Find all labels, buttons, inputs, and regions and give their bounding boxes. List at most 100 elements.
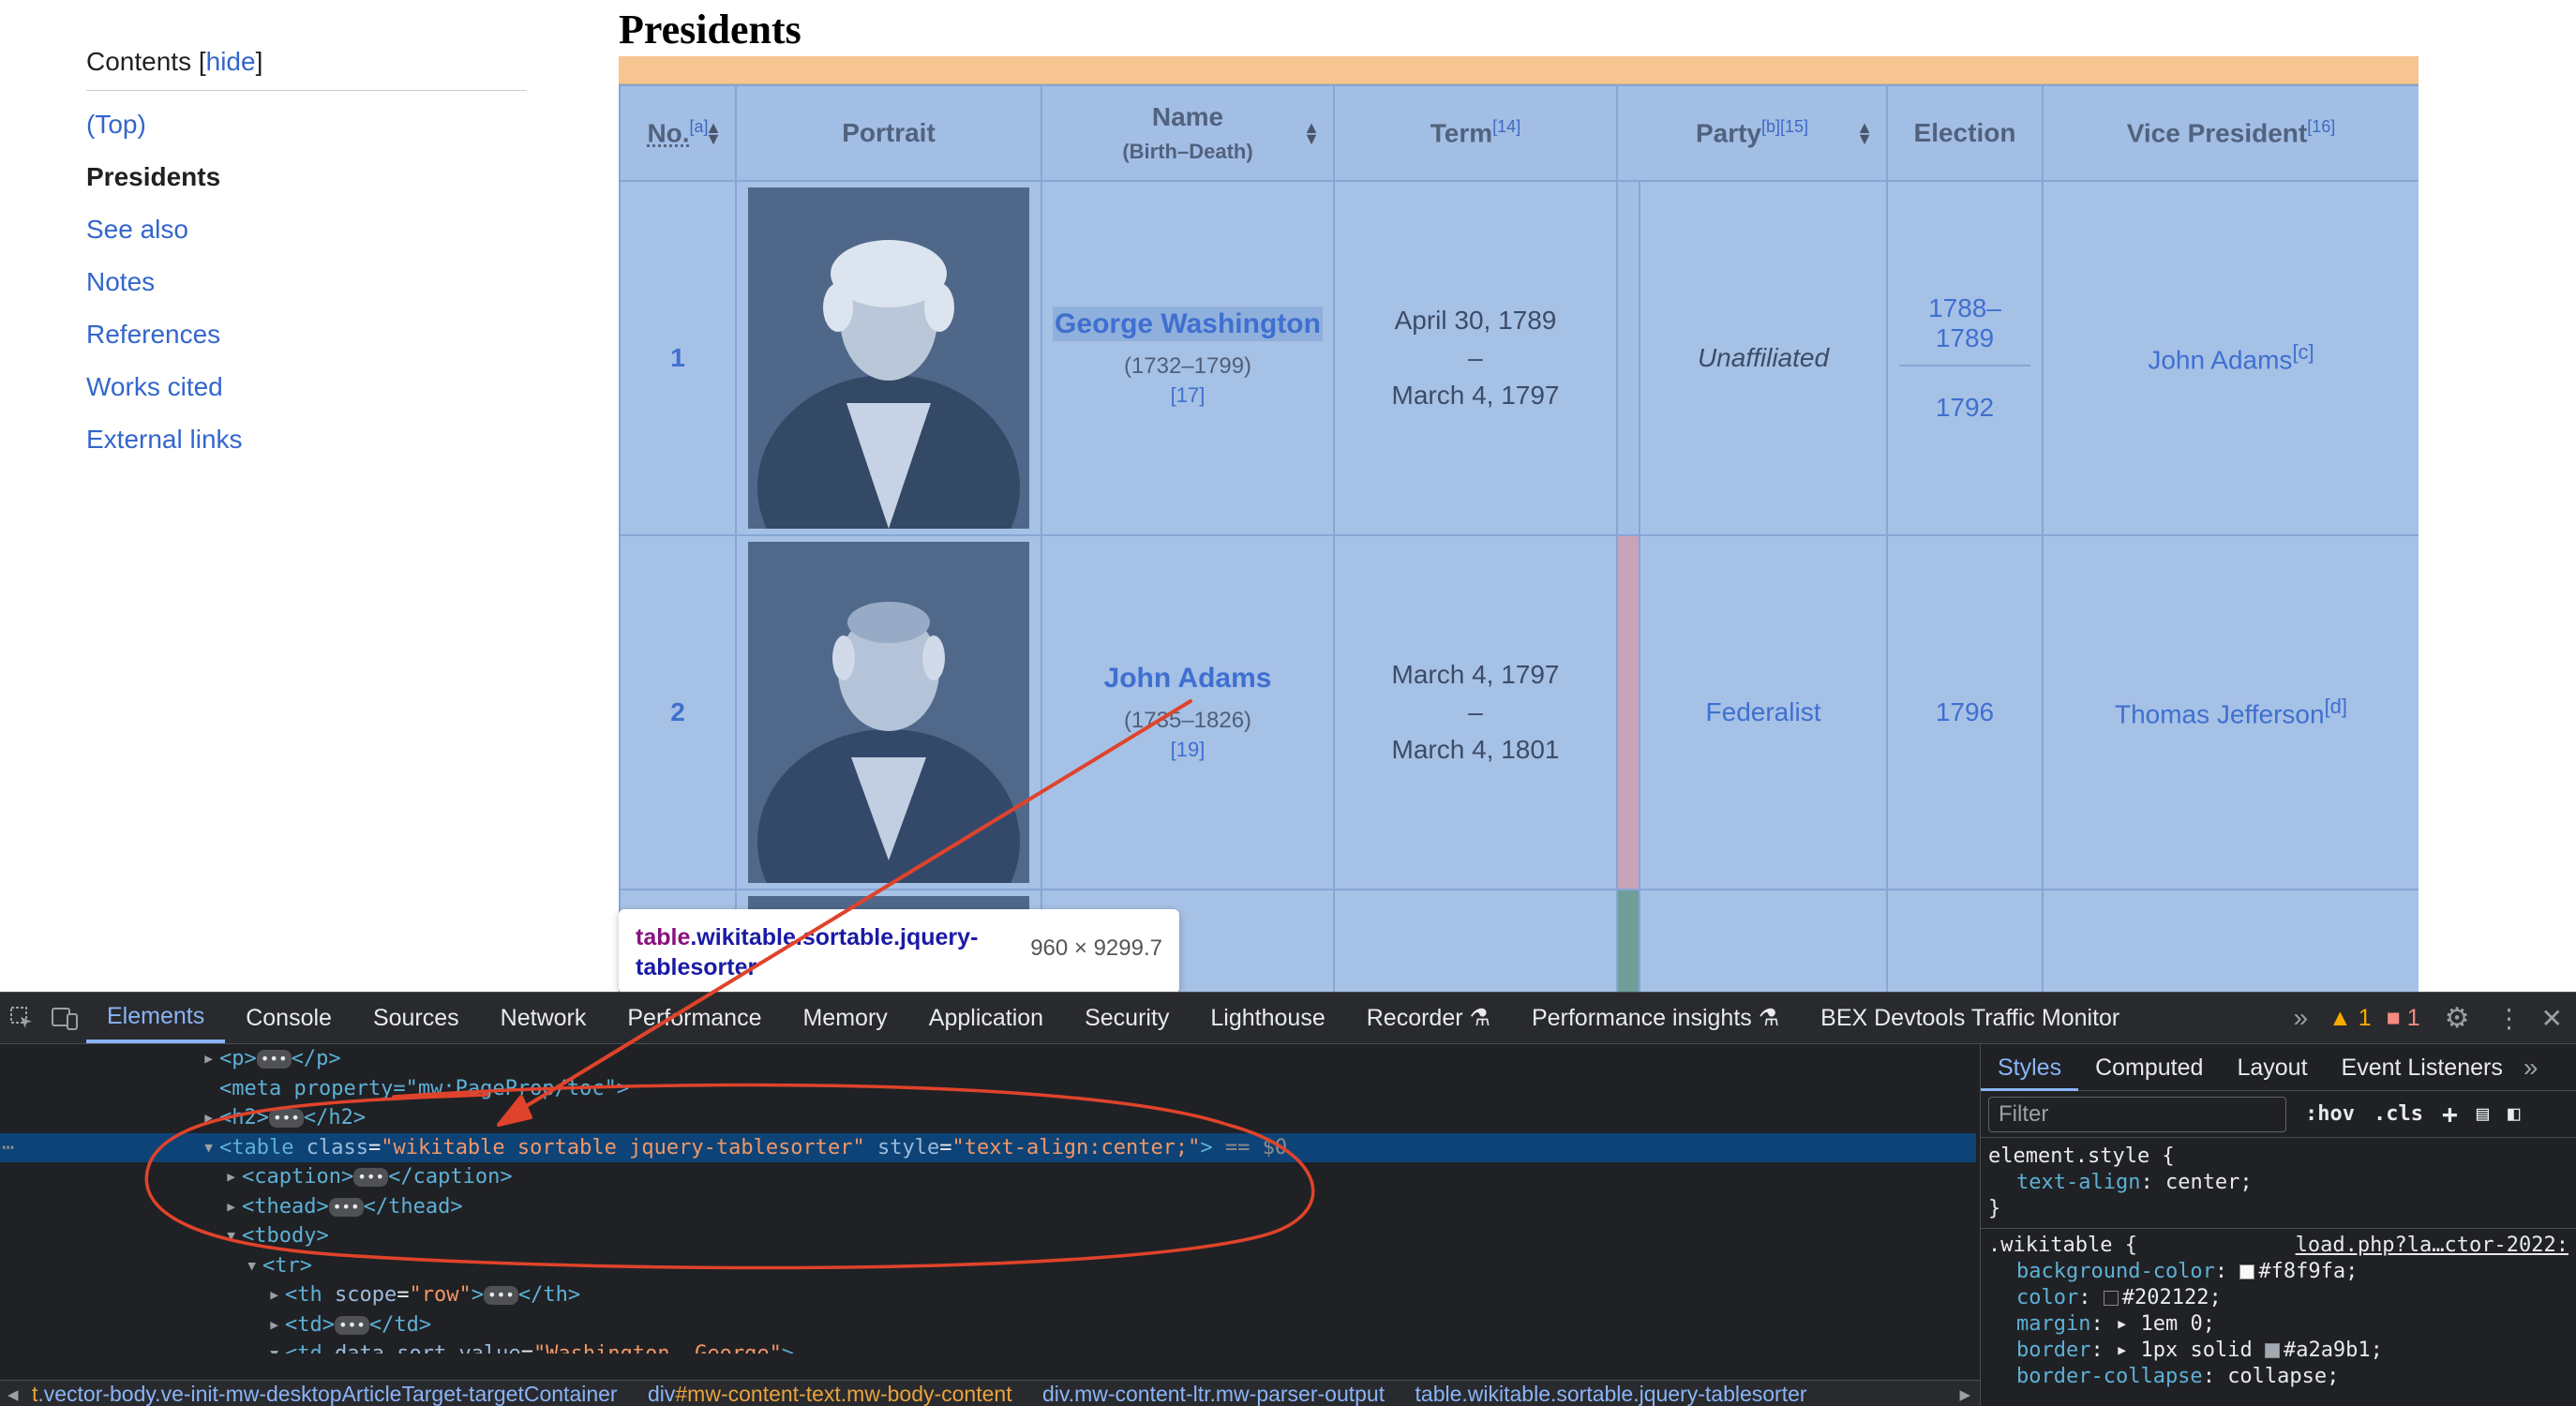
portrait-image-washington[interactable] xyxy=(748,187,1029,529)
css-declaration[interactable]: border-collapse: collapse; xyxy=(1988,1364,2569,1390)
dom-node-tr[interactable]: ▾ <tr> xyxy=(0,1251,1976,1281)
warnings-counter[interactable]: ▲ 1 xyxy=(2329,1005,2372,1032)
toc-hide-link[interactable]: hide xyxy=(206,47,256,76)
collapse-triangle-icon[interactable]: ▾ xyxy=(225,1221,242,1251)
toggle-sidebar-icon[interactable]: ◧ xyxy=(2508,1102,2520,1126)
breadcrumb-item[interactable]: table.wikitable.sortable.jquery-tablesor… xyxy=(1415,1382,1807,1406)
dom-node-th[interactable]: ▸ <th scope="row"> ••• </th> xyxy=(0,1280,1976,1310)
ellipsis-icon[interactable]: ••• xyxy=(334,1315,369,1335)
tab-layout[interactable]: Layout xyxy=(2220,1044,2324,1091)
hover-state-toggle[interactable]: :hov xyxy=(2305,1102,2355,1126)
more-tabs-icon[interactable]: » xyxy=(2293,1003,2308,1033)
tab-computed[interactable]: Computed xyxy=(2078,1044,2220,1091)
dom-node-meta[interactable]: <meta property="mw:PageProp/toc"> xyxy=(0,1074,1976,1104)
tab-performance-insights[interactable]: Performance insights ⚗ xyxy=(1511,993,1800,1043)
election-link-1788[interactable]: 1788–1789 xyxy=(1899,293,2030,366)
ref-19[interactable]: [19] xyxy=(1042,738,1333,762)
tab-sources[interactable]: Sources xyxy=(352,993,480,1043)
css-source-link[interactable]: load.php?la…ctor-2022: xyxy=(2296,1233,2569,1259)
expand-triangle-icon[interactable]: ▸ xyxy=(2116,1312,2128,1336)
vice-president-link[interactable]: John Adams xyxy=(2148,346,2292,375)
new-rule-plus-icon[interactable]: + xyxy=(2442,1099,2458,1129)
css-declaration[interactable]: color: #202122; xyxy=(1988,1285,2569,1311)
device-toolbar-icon[interactable] xyxy=(43,996,86,1040)
dom-node-caption[interactable]: ▸ <caption> ••• </caption> xyxy=(0,1162,1976,1192)
breadcrumb-scroll-right-icon[interactable]: ▸ xyxy=(1959,1381,1970,1406)
portrait-image-adams[interactable] xyxy=(748,542,1029,883)
ellipsis-icon[interactable]: ••• xyxy=(483,1286,518,1305)
dom-node-table-selected[interactable]: ⋯ ▾ <table class="wikitable sortable jquer… xyxy=(0,1132,1976,1163)
tab-network[interactable]: Network xyxy=(480,993,607,1043)
tab-elements[interactable]: Elements xyxy=(86,993,226,1043)
expand-triangle-icon[interactable]: ▸ xyxy=(225,1162,242,1192)
color-swatch[interactable] xyxy=(2239,1264,2255,1279)
tab-lighthouse[interactable]: Lighthouse xyxy=(1190,993,1345,1043)
tab-recorder[interactable]: Recorder ⚗ xyxy=(1346,993,1511,1043)
dom-node-td[interactable]: ▸ <td> ••• </td> xyxy=(0,1310,1976,1340)
toc-item-notes[interactable]: Notes xyxy=(86,256,527,308)
sort-icon[interactable]: ▲ ▼ xyxy=(1303,119,1320,147)
toc-item-top[interactable]: (Top) xyxy=(86,98,527,151)
tab-performance[interactable]: Performance xyxy=(607,993,782,1043)
css-declaration[interactable]: text-align: center; xyxy=(1988,1170,2569,1196)
toc-item-external-links[interactable]: External links xyxy=(86,413,527,466)
ellipsis-icon[interactable]: ••• xyxy=(268,1109,304,1128)
row-menu-dots-icon[interactable]: ⋯ xyxy=(2,1133,14,1163)
tab-console[interactable]: Console xyxy=(225,993,352,1043)
dom-node-thead[interactable]: ▸ <thead> ••• </thead> xyxy=(0,1192,1976,1222)
inspect-element-icon[interactable] xyxy=(0,996,43,1040)
breadcrumb-item[interactable]: div#mw-content-text.mw-body-content xyxy=(648,1382,1012,1406)
collapse-triangle-icon[interactable]: ▾ xyxy=(268,1339,285,1354)
tab-memory[interactable]: Memory xyxy=(782,993,907,1043)
toc-item-works-cited[interactable]: Works cited xyxy=(86,361,527,413)
color-swatch[interactable] xyxy=(2103,1291,2119,1306)
breadcrumb-item[interactable]: div.mw-content-ltr.mw-parser-output xyxy=(1042,1382,1385,1406)
color-swatch[interactable] xyxy=(2264,1343,2280,1358)
class-toggle[interactable]: .cls xyxy=(2374,1102,2423,1126)
collapse-triangle-icon[interactable]: ▾ xyxy=(202,1133,219,1163)
ref-17[interactable]: [17] xyxy=(1042,383,1333,408)
css-declaration[interactable]: background-color: #f8f9fa; xyxy=(1988,1259,2569,1285)
note-ref-d[interactable]: [d] xyxy=(2325,695,2347,718)
breadcrumb-item[interactable]: t.vector-body.ve-init-mw-desktopArticleT… xyxy=(32,1382,618,1406)
ellipsis-icon[interactable]: ••• xyxy=(256,1050,292,1069)
tab-styles[interactable]: Styles xyxy=(1981,1044,2079,1091)
presidents-table[interactable]: No.[a] ▲ ▼ Portrait Name (Birth–Death) ▲ ▼ Te… xyxy=(619,84,2419,994)
errors-counter[interactable]: ■ 1 xyxy=(2387,1005,2420,1032)
expand-triangle-icon[interactable]: ▸ xyxy=(268,1310,285,1340)
close-icon[interactable]: ✕ xyxy=(2541,1003,2563,1034)
ref-16[interactable]: [16] xyxy=(2307,117,2335,136)
toc-item-presidents[interactable]: Presidents xyxy=(86,151,527,203)
ref-b-15[interactable]: [b][15] xyxy=(1761,117,1808,136)
css-declaration[interactable]: margin: ▸ 1em 0; xyxy=(1988,1311,2569,1338)
ellipsis-icon[interactable]: ••• xyxy=(353,1168,389,1187)
election-link-1792[interactable]: 1792 xyxy=(1888,393,2042,423)
styles-filter-input[interactable]: Filter xyxy=(1988,1096,2286,1132)
more-options-icon[interactable]: ⋮ xyxy=(2496,1003,2523,1034)
tab-security[interactable]: Security xyxy=(1064,993,1190,1043)
toc-item-references[interactable]: References xyxy=(86,308,527,361)
expand-triangle-icon[interactable]: ▸ xyxy=(202,1044,219,1074)
elements-dom-tree[interactable]: ▸ <p> ••• </p> <meta property="mw:PageProp/… xyxy=(0,1044,1976,1354)
president-name-link[interactable]: George Washington xyxy=(1053,307,1323,341)
president-name-link[interactable]: John Adams xyxy=(1104,663,1272,694)
dom-node-td-sort[interactable]: ▾<td data-sort-value="Washington, George… xyxy=(0,1339,1976,1354)
expand-triangle-icon[interactable]: ▸ xyxy=(202,1103,219,1133)
more-tabs-icon[interactable]: » xyxy=(2524,1053,2539,1083)
tab-bex-traffic-monitor[interactable]: BEX Devtools Traffic Monitor xyxy=(1800,993,2140,1043)
column-header-name[interactable]: Name (Birth–Death) ▲ ▼ xyxy=(1041,84,1335,182)
tab-event-listeners[interactable]: Event Listeners xyxy=(2325,1044,2520,1091)
dom-node-h2[interactable]: ▸ <h2> ••• </h2> xyxy=(0,1103,1976,1133)
dom-node-p[interactable]: ▸ <p> ••• </p> xyxy=(0,1044,1976,1074)
president-number[interactable]: 1 xyxy=(670,343,685,372)
css-declaration[interactable]: border: ▸ 1px solid #a2a9b1; xyxy=(1988,1338,2569,1364)
note-ref-c[interactable]: [c] xyxy=(2292,340,2314,364)
expand-triangle-icon[interactable]: ▸ xyxy=(2116,1339,2128,1362)
ref-14[interactable]: [14] xyxy=(1492,117,1520,136)
ellipsis-icon[interactable]: ••• xyxy=(328,1197,364,1217)
expand-triangle-icon[interactable]: ▸ xyxy=(268,1280,285,1310)
party-link[interactable]: Federalist xyxy=(1706,697,1821,726)
sort-icon[interactable]: ▲ ▼ xyxy=(1856,119,1873,147)
expand-triangle-icon[interactable]: ▸ xyxy=(225,1192,242,1222)
collapse-triangle-icon[interactable]: ▾ xyxy=(246,1251,262,1281)
